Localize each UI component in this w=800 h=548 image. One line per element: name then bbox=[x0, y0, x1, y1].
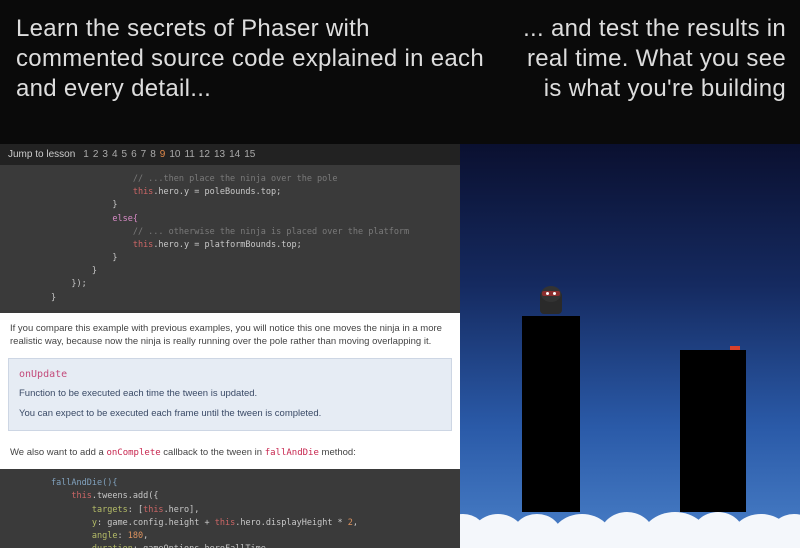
lesson-link-2[interactable]: 2 bbox=[91, 149, 101, 160]
lesson-nav: Jump to lesson 123456789101112131415 bbox=[0, 144, 460, 165]
lesson-link-4[interactable]: 4 bbox=[110, 149, 120, 160]
ninja-hero bbox=[536, 284, 566, 316]
lesson-link-1[interactable]: 1 bbox=[81, 149, 91, 160]
lesson-link-14[interactable]: 14 bbox=[227, 149, 242, 160]
lesson-link-3[interactable]: 3 bbox=[100, 149, 110, 160]
lesson-link-12[interactable]: 12 bbox=[197, 149, 212, 160]
lesson-link-13[interactable]: 13 bbox=[212, 149, 227, 160]
lesson-link-7[interactable]: 7 bbox=[139, 149, 149, 160]
api-callout: onUpdate Function to be executed each ti… bbox=[8, 358, 452, 431]
lesson-link-11[interactable]: 11 bbox=[182, 149, 196, 160]
headline-region: Learn the secrets of Phaser with comment… bbox=[0, 0, 800, 144]
code-block-1: // ...then place the ninja over the pole… bbox=[0, 165, 460, 313]
headline-right: ... and test the results in real time. W… bbox=[500, 0, 800, 144]
lesson-link-5[interactable]: 5 bbox=[120, 149, 130, 160]
lesson-link-8[interactable]: 8 bbox=[148, 149, 158, 160]
lesson-link-15[interactable]: 15 bbox=[242, 149, 257, 160]
api-title: onUpdate bbox=[19, 367, 441, 383]
lesson-link-6[interactable]: 6 bbox=[129, 149, 139, 160]
headline-left: Learn the secrets of Phaser with comment… bbox=[0, 0, 500, 144]
platform-1 bbox=[522, 316, 580, 512]
lesson-pane: Jump to lesson 123456789101112131415 // … bbox=[0, 144, 460, 548]
nav-label: Jump to lesson bbox=[8, 149, 75, 160]
code-block-2: fallAndDie(){ this.tweens.add({ targets:… bbox=[0, 469, 460, 548]
platform-2 bbox=[680, 350, 746, 512]
clouds bbox=[460, 498, 800, 548]
game-preview[interactable] bbox=[460, 144, 800, 548]
lesson-scroll[interactable]: // ...then place the ninja over the pole… bbox=[0, 165, 460, 548]
prose-2: We also want to add a onComplete callbac… bbox=[8, 437, 452, 469]
prose-1: If you compare this example with previou… bbox=[8, 313, 452, 359]
api-line1: Function to be executed each time the tw… bbox=[19, 387, 441, 402]
split-container: Jump to lesson 123456789101112131415 // … bbox=[0, 144, 800, 548]
lesson-link-10[interactable]: 10 bbox=[167, 149, 182, 160]
target-marker bbox=[730, 346, 740, 350]
lesson-link-9[interactable]: 9 bbox=[158, 149, 168, 160]
api-line2: You can expect to be executed each frame… bbox=[19, 407, 441, 422]
